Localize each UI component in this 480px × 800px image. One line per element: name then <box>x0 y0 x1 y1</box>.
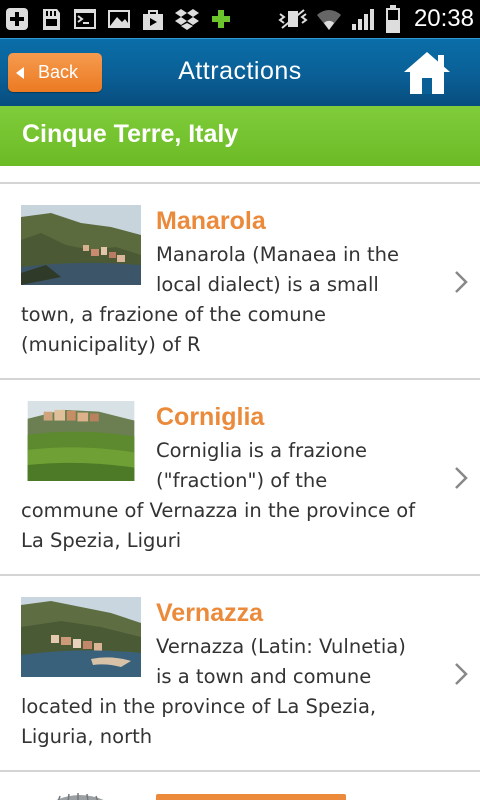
chevron-right-icon <box>455 663 468 685</box>
attraction-text: Vernazza Vernazza (Latin: Vulnetia) is a… <box>21 596 421 752</box>
attraction-text: Corniglia Corniglia is a frazione ("frac… <box>21 400 421 556</box>
attraction-item-partial[interactable] <box>0 774 480 800</box>
attraction-item-vernazza[interactable]: Vernazza Vernazza (Latin: Vulnetia) is a… <box>0 576 480 772</box>
sd-card-icon <box>43 9 60 30</box>
home-icon[interactable] <box>402 49 452 97</box>
partial-thumbnail <box>56 793 104 800</box>
signal-icon <box>351 9 374 30</box>
battery-icon <box>385 5 400 33</box>
system-icons: 20:38 <box>278 0 474 38</box>
title-bar: Back Attractions <box>0 38 480 106</box>
status-bar: 20:38 <box>0 0 480 38</box>
attraction-item-manarola[interactable]: Manarola Manarola (Manaea in the local d… <box>0 184 480 380</box>
vibrate-icon <box>278 9 308 29</box>
location-name: Cinque Terre, Italy <box>22 120 239 148</box>
clock: 20:38 <box>413 5 474 32</box>
green-plus-icon <box>212 10 230 28</box>
notification-icons <box>4 4 234 34</box>
page-title: Attractions <box>178 57 302 85</box>
image-icon <box>108 10 130 28</box>
list-divider <box>0 770 480 772</box>
attraction-text: Manarola Manarola (Manaea in the local d… <box>21 204 421 360</box>
chevron-right-icon <box>455 271 468 293</box>
chevron-right-icon <box>455 467 468 489</box>
play-store-icon <box>143 10 163 30</box>
back-arrow-icon <box>16 66 24 79</box>
plus-square-icon <box>6 8 28 30</box>
back-button[interactable]: Back <box>8 53 102 92</box>
terminal-icon <box>74 9 96 29</box>
attraction-item-corniglia[interactable]: Corniglia Corniglia is a frazione ("frac… <box>0 380 480 576</box>
location-banner: Cinque Terre, Italy <box>0 106 480 166</box>
back-label: Back <box>38 62 79 82</box>
wifi-icon <box>316 10 341 31</box>
partial-title-fragment <box>156 794 346 800</box>
dropbox-icon <box>175 9 199 30</box>
